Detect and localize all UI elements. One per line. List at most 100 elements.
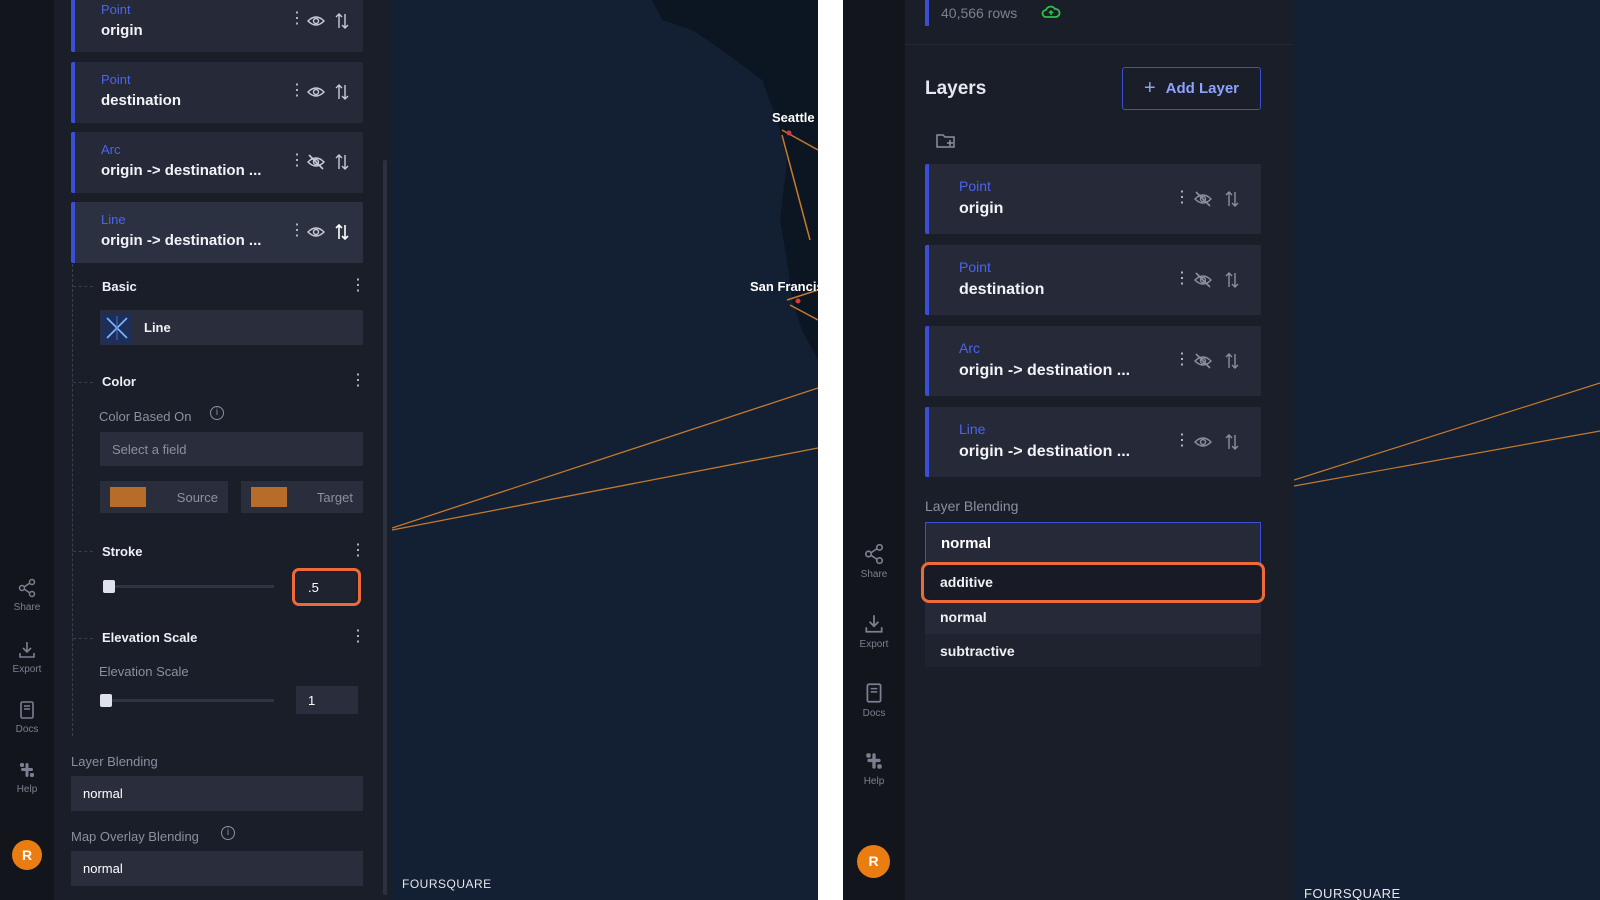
download-icon [865, 615, 883, 633]
right-map[interactable]: FOURSQUARE [1294, 0, 1600, 900]
line-layer-icon [102, 312, 132, 343]
layer-card-arc[interactable]: Arc origin -> destination ... ⋮ [71, 132, 363, 193]
more-options-icon[interactable]: ⋮ [289, 83, 305, 99]
more-options-icon[interactable]: ⋮ [1174, 190, 1190, 206]
stroke-more-icon[interactable]: ⋮ [350, 543, 366, 559]
dataset-accent-bar [925, 0, 929, 26]
layer-name-label: origin [959, 200, 1004, 217]
sort-arrows-icon[interactable] [333, 83, 351, 101]
info-icon[interactable]: i [210, 406, 224, 420]
more-options-icon[interactable]: ⋮ [1174, 433, 1190, 449]
more-options-icon[interactable]: ⋮ [1174, 352, 1190, 368]
source-color-button[interactable]: Source [100, 481, 228, 513]
stroke-slider-track[interactable] [104, 585, 274, 588]
layer-name-label: destination [101, 92, 182, 109]
add-layer-label: Add Layer [1165, 80, 1240, 97]
sort-arrows-icon[interactable] [333, 153, 351, 171]
help-button[interactable]: Help [849, 750, 899, 787]
option-subtractive[interactable]: subtractive [925, 634, 1261, 667]
layer-type-value: Line [144, 320, 171, 335]
right-screen: Share Export Docs Help R 40,566 rows Lay… [843, 0, 1600, 900]
layer-card-point-origin[interactable]: Point origin ⋮ [71, 0, 363, 52]
info-icon[interactable]: i [221, 826, 235, 840]
layer-blending-select[interactable]: normal [925, 522, 1261, 564]
eye-icon[interactable] [307, 83, 325, 101]
docs-button[interactable]: Docs [2, 700, 52, 735]
color-field-select[interactable]: Select a field [100, 432, 363, 466]
eye-off-icon[interactable] [307, 153, 325, 171]
elevation-slider-handle[interactable] [100, 694, 112, 707]
layer-type-label: Arc [959, 340, 980, 356]
left-screen: Share Export Docs Help R Point origin ⋮ … [0, 0, 818, 900]
share-button[interactable]: Share [849, 543, 899, 580]
slack-icon [866, 753, 882, 769]
config-tree-guide [72, 264, 73, 736]
add-layer-button[interactable]: + Add Layer [1122, 67, 1261, 110]
layer-card-arc[interactable]: Arc origin -> destination ... ⋮ [925, 326, 1261, 396]
sort-arrows-icon[interactable] [1223, 352, 1241, 370]
overlay-blending-label: Map Overlay Blending [71, 829, 199, 844]
help-button[interactable]: Help [2, 760, 52, 795]
more-options-icon[interactable]: ⋮ [289, 223, 305, 239]
layer-card-point-destination[interactable]: Point destination ⋮ [71, 62, 363, 123]
eye-icon[interactable] [307, 223, 325, 241]
basic-more-icon[interactable]: ⋮ [350, 278, 366, 294]
share-icon [18, 578, 36, 598]
city-label-san-francisco: San Francis [750, 279, 818, 294]
layer-blending-select[interactable]: normal [71, 776, 363, 811]
user-avatar[interactable]: R [12, 840, 42, 870]
more-options-icon[interactable]: ⋮ [1174, 271, 1190, 287]
add-folder-icon[interactable] [935, 131, 957, 156]
share-button[interactable]: Share [2, 578, 52, 613]
docs-button[interactable]: Docs [849, 682, 899, 719]
left-map[interactable]: Seattle San Francis FOURSQUARE [392, 0, 818, 900]
panel-scrollbar[interactable] [383, 160, 387, 895]
eye-off-icon[interactable] [1194, 352, 1212, 370]
more-options-icon[interactable]: ⋮ [289, 153, 305, 169]
help-label: Help [16, 784, 38, 795]
target-color-swatch [251, 487, 287, 507]
sort-arrows-icon[interactable] [1223, 433, 1241, 451]
layer-type-selector[interactable]: Line [100, 310, 363, 345]
sort-arrows-icon[interactable] [333, 12, 351, 30]
slack-icon [20, 763, 34, 777]
layer-card-line[interactable]: Line origin -> destination ... ⋮ [925, 407, 1261, 477]
sort-arrows-icon[interactable] [1223, 190, 1241, 208]
sort-arrows-icon[interactable] [333, 223, 351, 241]
overlay-blending-select[interactable]: normal [71, 851, 363, 886]
eye-off-icon[interactable] [1194, 271, 1212, 289]
share-label: Share [860, 569, 888, 580]
color-more-icon[interactable]: ⋮ [350, 373, 366, 389]
plus-icon: + [1143, 77, 1156, 99]
eye-icon[interactable] [1194, 433, 1212, 451]
share-label: Share [13, 602, 41, 613]
layer-card-line[interactable]: Line origin -> destination ... ⋮ [71, 202, 363, 263]
layer-blending-label: Layer Blending [925, 498, 1019, 514]
layer-card-point-origin[interactable]: Point origin ⋮ [925, 164, 1261, 234]
tree-connector [73, 382, 93, 383]
elevation-value-input[interactable]: 1 [296, 686, 358, 714]
user-avatar[interactable]: R [857, 845, 890, 878]
export-button[interactable]: Export [849, 613, 899, 650]
option-normal[interactable]: normal [925, 600, 1261, 634]
elevation-more-icon[interactable]: ⋮ [350, 629, 366, 645]
layer-card-point-destination[interactable]: Point destination ⋮ [925, 245, 1261, 315]
screen-divider [818, 0, 843, 900]
source-color-swatch [110, 487, 146, 507]
stroke-slider-handle[interactable] [103, 580, 115, 593]
more-options-icon[interactable]: ⋮ [289, 11, 305, 27]
export-button[interactable]: Export [2, 640, 52, 675]
sort-arrows-icon[interactable] [1223, 271, 1241, 289]
target-color-button[interactable]: Target [241, 481, 363, 513]
eye-off-icon[interactable] [1194, 190, 1212, 208]
share-icon [864, 543, 884, 565]
book-icon [20, 701, 34, 719]
city-label-seattle: Seattle [772, 110, 815, 125]
layer-name-label: destination [959, 281, 1045, 298]
help-label: Help [863, 776, 885, 787]
eye-icon[interactable] [307, 12, 325, 30]
dataset-row-count: 40,566 rows [941, 5, 1018, 21]
layer-blending-label: Layer Blending [71, 754, 158, 769]
layer-type-label: Line [959, 421, 986, 437]
elevation-slider-track[interactable] [104, 699, 274, 702]
